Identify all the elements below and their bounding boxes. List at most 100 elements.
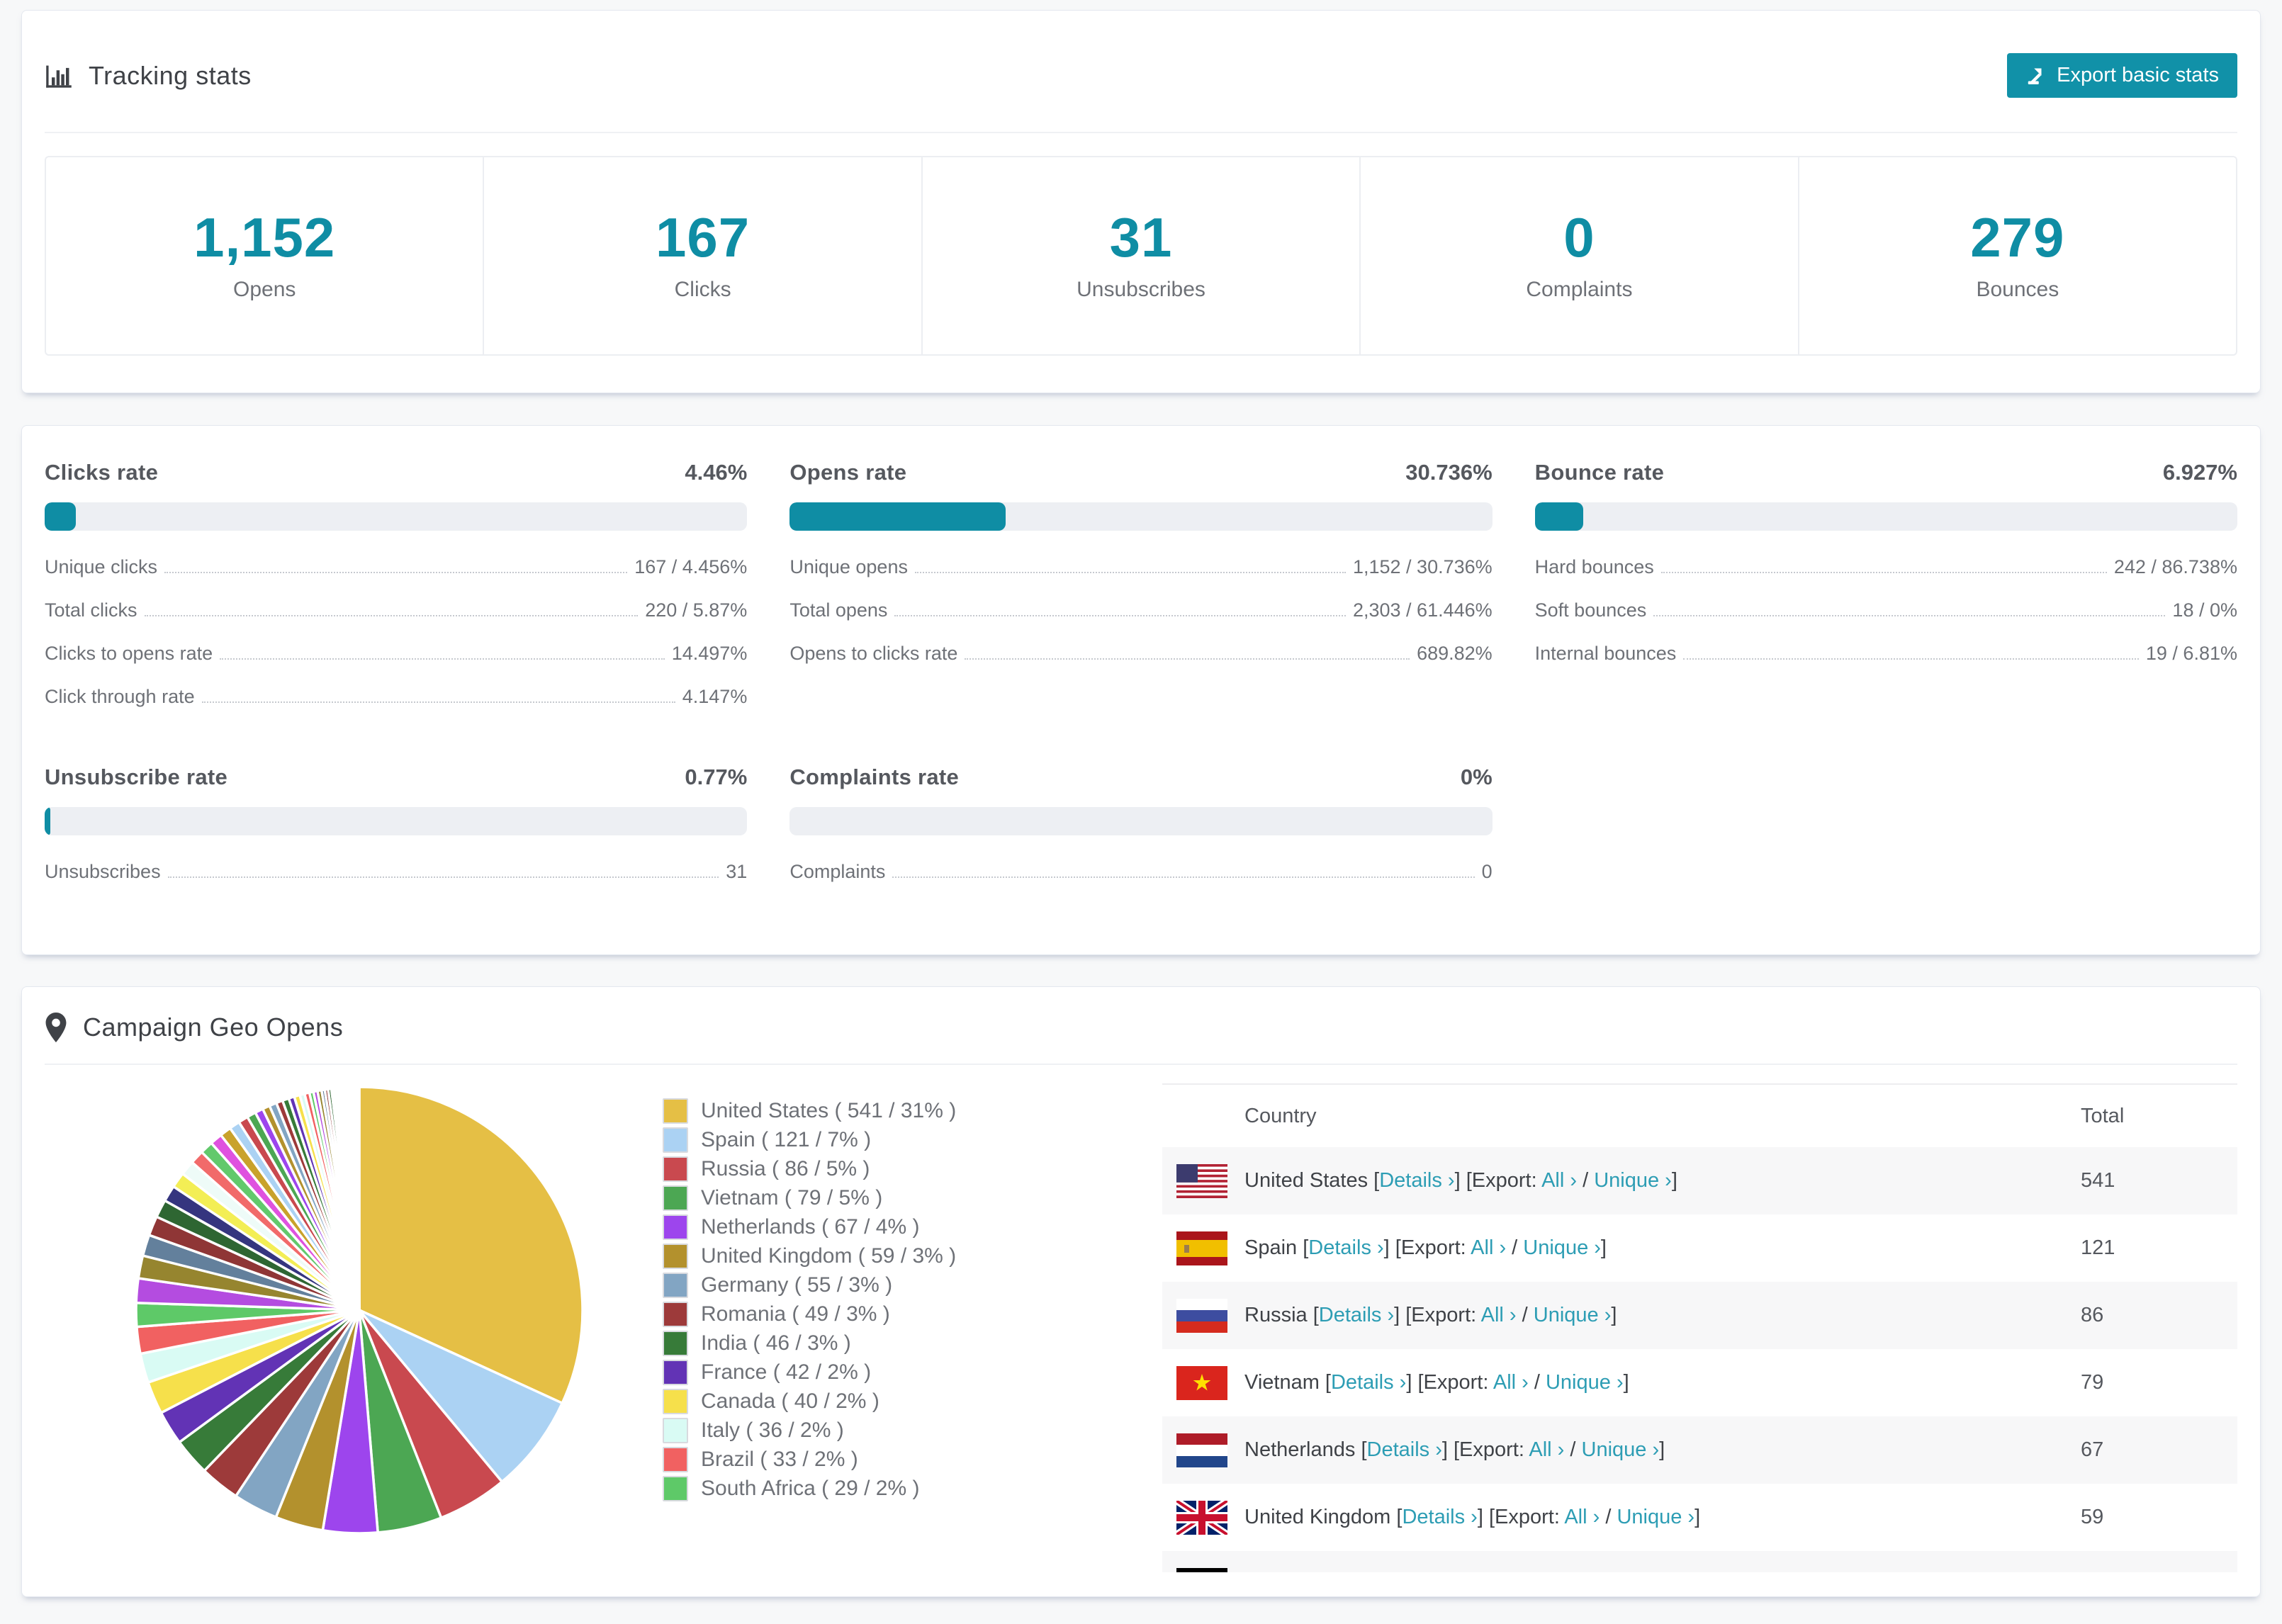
legend-item: United States ( 541 / 31% ) (663, 1096, 1162, 1125)
rate-row-value: 19 / 6.81% (2145, 643, 2237, 664)
legend-item: Romania ( 49 / 3% ) (663, 1299, 1162, 1329)
rate-row-label: Click through rate (45, 686, 195, 707)
rate-row-value: 220 / 5.87% (645, 599, 748, 621)
rate-row-value: 14.497% (671, 643, 748, 664)
export-unique-link[interactable]: Unique › (1582, 1438, 1660, 1461)
dotted-leader (167, 876, 719, 878)
rate-title: Bounce rate (1534, 460, 1665, 485)
legend-label: South Africa ( 29 / 2% ) (701, 1476, 920, 1500)
bracket: ] (1694, 1506, 1701, 1528)
export-all-link[interactable]: All › (1471, 1236, 1506, 1259)
details-link[interactable]: Details › (1308, 1236, 1383, 1259)
country-cell: Netherlands [Details ›] [Export: All › /… (1162, 1416, 2080, 1484)
campaign-geo-opens-card: Campaign Geo Opens United States ( 541 /… (21, 986, 2261, 1597)
bracket: [ (1325, 1371, 1331, 1394)
total-cell: 121 (2081, 1236, 2115, 1259)
bracket: [ (1313, 1304, 1319, 1326)
total-cell: 86 (2081, 1304, 2104, 1326)
rate-block-unsubscribe: Unsubscribe rate 0.77% Unsubscribes 31 (45, 765, 748, 904)
rate-percent: 4.46% (685, 460, 748, 485)
bracket: ] (1394, 1304, 1406, 1326)
progress-bar-bounce (1534, 502, 2237, 531)
rate-row: Click through rate 4.147% (45, 686, 747, 708)
rate-row: Total opens 2,303 / 61.446% (789, 599, 1492, 621)
legend-label: Netherlands ( 67 / 4% ) (701, 1214, 920, 1239)
country-cell: Russia [Details ›] [Export: All › / Uniq… (1162, 1282, 2080, 1349)
rate-percent: 0% (1460, 765, 1493, 789)
geo-legend: United States ( 541 / 31% ) Spain ( 121 /… (663, 1096, 1162, 1572)
details-link[interactable]: Details › (1367, 1438, 1442, 1461)
rate-block-bounce: Bounce rate 6.927% Hard bounces 242 / 86.73… (1534, 460, 2237, 729)
export-prefix: [Export: (1405, 1304, 1481, 1326)
stat-complaints: 0 Complaints (1359, 157, 1797, 354)
export-all-link[interactable]: All › (1529, 1438, 1564, 1461)
geo-table-header-row: Country Total (1162, 1083, 2237, 1147)
tracking-stats-card: Tracking stats Export basic stats 1,152 O… (21, 10, 2261, 393)
tracking-stats-header: Tracking stats Export basic stats (22, 11, 2260, 132)
total-cell: 67 (2081, 1438, 2104, 1461)
rate-row-label: Total clicks (45, 599, 137, 621)
es-flag-icon (1176, 1231, 1227, 1265)
export-unique-link[interactable]: Unique › (1617, 1506, 1694, 1528)
legend-item: South Africa ( 29 / 2% ) (663, 1474, 1162, 1503)
bracket: [ (1361, 1438, 1367, 1461)
stat-clicks: 167 Clicks (483, 157, 921, 354)
details-link[interactable]: Details › (1331, 1371, 1406, 1394)
stat-value: 279 (1970, 206, 2065, 269)
total-cell: 55 (2080, 1551, 2237, 1572)
legend-swatch (663, 1098, 688, 1124)
progress-fill (45, 502, 77, 531)
dotted-leader (220, 658, 665, 660)
export-all-link[interactable]: All › (1541, 1169, 1577, 1192)
dotted-leader (894, 615, 1346, 616)
stat-label: Clicks (674, 278, 731, 301)
details-link[interactable]: Details › (1402, 1506, 1477, 1528)
rate-row-label: Clicks to opens rate (45, 643, 213, 664)
export-unique-link[interactable]: Unique › (1594, 1169, 1672, 1192)
rate-row: Unsubscribes 31 (45, 861, 747, 883)
vn-flag-icon (1176, 1365, 1227, 1400)
details-link[interactable]: Details › (1379, 1169, 1454, 1192)
rate-block-opens: Opens rate 30.736% Unique opens 1,152 / 30.… (789, 460, 1493, 729)
nl-flag-icon (1176, 1433, 1227, 1467)
legend-label: Canada ( 40 / 2% ) (701, 1389, 879, 1413)
map-pin-icon (45, 1013, 67, 1042)
geo-content: United States ( 541 / 31% ) Spain ( 121 /… (22, 1065, 2260, 1572)
export-icon (2025, 65, 2047, 86)
stat-value: 31 (1109, 206, 1173, 269)
rate-row-label: Complaints (789, 861, 886, 882)
bracket: ] (1659, 1438, 1665, 1461)
rate-title: Complaints rate (789, 765, 960, 789)
export-all-link[interactable]: All › (1481, 1304, 1517, 1326)
dotted-leader (144, 615, 639, 616)
legend-item: Canada ( 40 / 2% ) (663, 1387, 1162, 1416)
rate-percent: 0.77% (685, 765, 748, 789)
export-all-link[interactable]: All › (1493, 1371, 1529, 1394)
rate-row: Soft bounces 18 / 0% (1535, 599, 2237, 621)
export-basic-stats-button[interactable]: Export basic stats (2007, 53, 2237, 98)
export-unique-link[interactable]: Unique › (1546, 1371, 1624, 1394)
rate-row: Unique clicks 167 / 4.456% (45, 556, 747, 578)
country-text: Russia [Details ›] [Export: All › / Uniq… (1244, 1304, 1617, 1327)
bracket: ] (1441, 1438, 1454, 1461)
table-row-ru: Russia [Details ›] [Export: All › / Uniq… (1162, 1282, 2237, 1349)
details-link[interactable]: Details › (1319, 1304, 1394, 1326)
rate-row: Total clicks 220 / 5.87% (45, 599, 747, 621)
export-unique-link[interactable]: Unique › (1534, 1304, 1612, 1326)
rate-block-complaints: Complaints rate 0% Complaints 0 (789, 765, 1493, 904)
progress-fill (1534, 502, 1584, 531)
export-all-link[interactable]: All › (1564, 1506, 1600, 1528)
export-unique-link[interactable]: Unique › (1523, 1236, 1601, 1259)
stat-unsubscribes: 31 Unsubscribes (921, 157, 1359, 354)
legend-label: Brazil ( 33 / 2% ) (701, 1447, 858, 1471)
legend-swatch (663, 1272, 688, 1298)
legend-item: Italy ( 36 / 2% ) (663, 1416, 1162, 1445)
slash: / (1506, 1236, 1524, 1259)
legend-label: Romania ( 49 / 3% ) (701, 1302, 890, 1326)
rate-row: Hard bounces 242 / 86.738% (1535, 556, 2237, 578)
legend-item: Vietnam ( 79 / 5% ) (663, 1183, 1162, 1212)
table-row-de: Germany [Details ›] [Export: All › / Uni… (1162, 1551, 2237, 1572)
geo-table-wrap: Country Total United States [Details ›] … (1162, 1083, 2237, 1572)
stat-label: Bounces (1976, 278, 2059, 301)
rates-row-1: Clicks rate 4.46% Unique clicks 167 / 4.456… (45, 460, 2237, 729)
